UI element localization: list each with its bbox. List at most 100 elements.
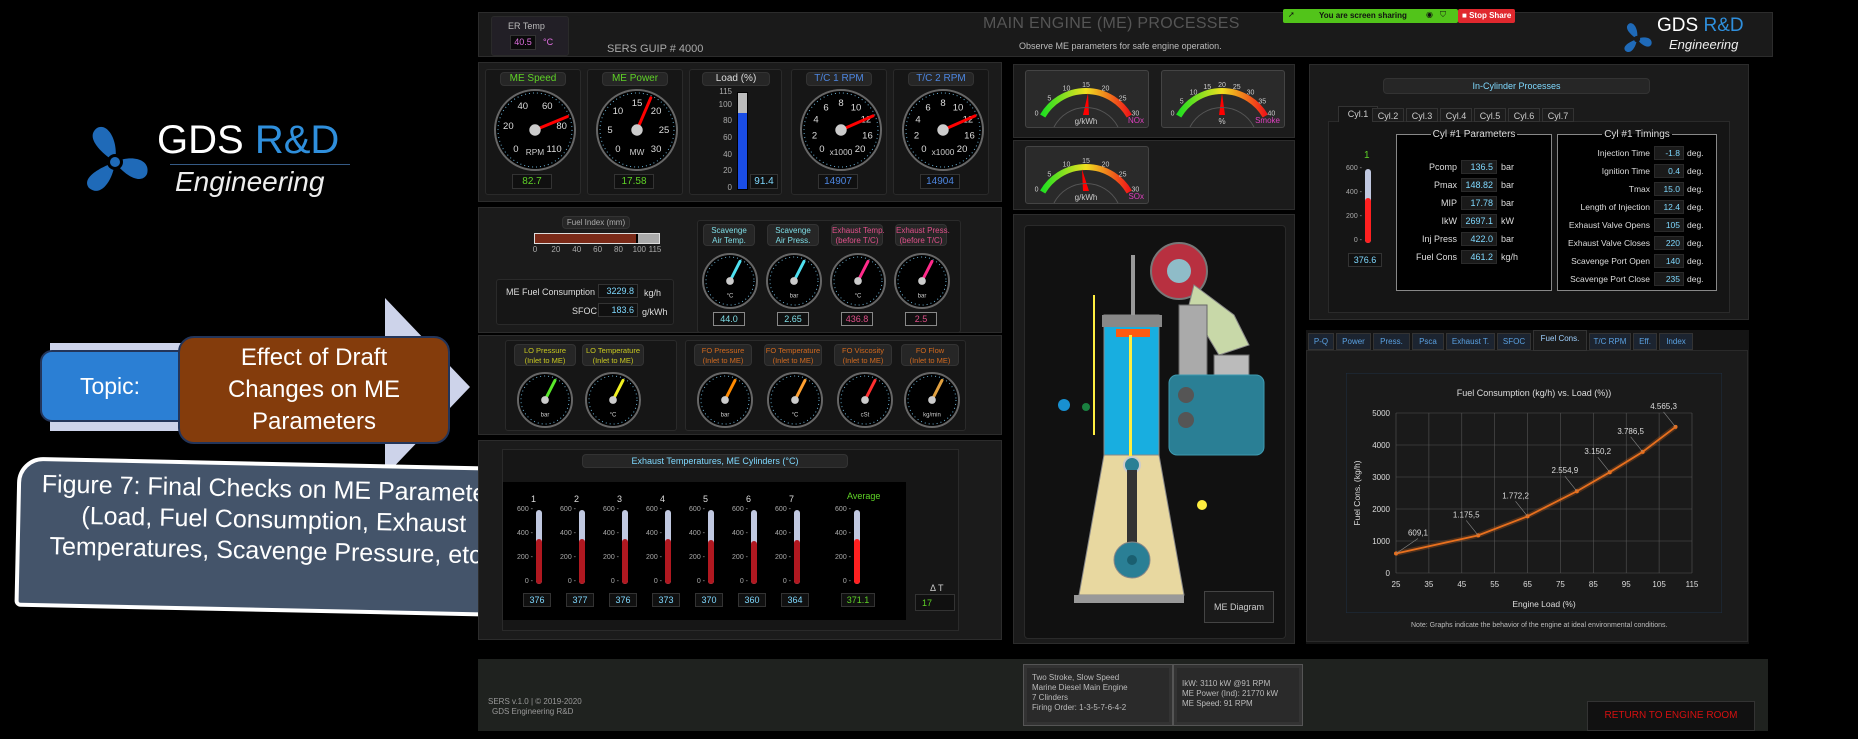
graph-tab-fuelcons[interactable]: Fuel Cons.	[1533, 330, 1587, 351]
gauge-unit: °C	[855, 294, 862, 300]
emission-needle	[1081, 169, 1089, 191]
air-gauge-value: 44.0	[713, 312, 745, 326]
tab-cyl-6[interactable]: Cyl.6	[1508, 108, 1540, 122]
emission-tick: 35	[1258, 99, 1266, 106]
topic-title-box: Effect of Draft Changes on ME Parameters	[178, 336, 450, 444]
param-label: IkW	[1441, 216, 1458, 226]
er-temp-label: ER Temp	[508, 21, 545, 31]
return-to-engine-room-button[interactable]: RETURN TO ENGINE ROOM	[1587, 701, 1755, 731]
therm-tick: 400 -	[689, 530, 705, 537]
load-panel: Load (%) 91.4 115 100 80 60 40 20 0	[689, 69, 782, 195]
emission-tick: 0	[1035, 187, 1039, 194]
gauge-tick-label: 10	[613, 106, 624, 117]
gauge-tick-label: 0	[513, 144, 518, 155]
emission-tick: 15	[1203, 84, 1211, 91]
gauge-tick-label: 2	[914, 130, 919, 141]
fuel-index-tick: 80	[614, 245, 623, 254]
tab-cyl-3[interactable]: Cyl.3	[1406, 108, 1438, 122]
therm-tick: 600 -	[517, 506, 533, 513]
timing-label: Length of Injection	[1580, 202, 1650, 212]
lo-gauge-label: LO Pressure (Inlet to ME)	[514, 344, 576, 366]
fuel-consumption-value: 3229.8	[598, 284, 638, 298]
lo-dial: bar	[517, 372, 573, 428]
cylinder-thermometer: 600 - 400 - 200 - 0 -	[769, 506, 809, 592]
graph-tab-sfoc[interactable]: SFOC	[1497, 333, 1531, 350]
in-cylinder-panel: In-Cylinder Processes 1 376.6 Cyl #1 Par…	[1309, 64, 1749, 320]
emission-name: SOx	[1128, 192, 1144, 201]
gauge-tick-label: 0	[615, 144, 620, 155]
emission-tick: 5	[1180, 99, 1184, 106]
graph-tab-index[interactable]: Index	[1659, 333, 1693, 350]
param-value: 461.2	[1461, 250, 1497, 264]
emission-arc: 051015 20 25303540% Smoke	[1171, 82, 1281, 128]
gauge-tick-label: 10	[851, 103, 862, 114]
x-axis-label: Engine Load (%)	[1512, 599, 1575, 609]
info-line: ME Speed: 91 RPM	[1182, 699, 1253, 708]
logo-accent: R&D	[254, 118, 340, 162]
logo-small-main: GDS	[1657, 15, 1699, 36]
shield-icon[interactable]: ⛉	[1440, 10, 1446, 20]
gauge-tick-label: 16	[862, 130, 873, 141]
therm-tick: 400 -	[603, 530, 619, 537]
gauge-unit: MW	[630, 147, 645, 157]
therm-tube	[751, 510, 757, 584]
gauge-tick-label: 6	[823, 103, 828, 114]
cylinder-thermometer: 600 - 400 - 200 - 0 -	[554, 506, 594, 592]
tab-cyl-4[interactable]: Cyl.4	[1440, 108, 1472, 122]
data-label: 3.786,5	[1617, 427, 1644, 436]
data-label: 1.175,5	[1453, 510, 1480, 519]
me-diagram-button[interactable]: ME Diagram	[1204, 591, 1274, 623]
timing-label: Ignition Time	[1601, 166, 1650, 176]
figure-caption: Figure 7: Final Checks on ME Parameters …	[41, 470, 508, 570]
record-icon[interactable]: ◉	[1426, 10, 1433, 19]
graph-tab-psca[interactable]: Psca	[1412, 333, 1444, 350]
logo-small-accent: R&D	[1703, 15, 1744, 36]
graph-tab-eff[interactable]: Eff.	[1633, 333, 1657, 350]
graph-tab-press[interactable]: Press.	[1373, 333, 1410, 350]
graph-tab-pq[interactable]: P-Q	[1308, 333, 1334, 350]
gauge-hub	[631, 124, 643, 136]
x-tick-label: 115	[1686, 580, 1699, 589]
param-label: Pmax	[1433, 180, 1457, 190]
emission-tick: 20	[1218, 82, 1226, 89]
oil-panel: LO Pressure (Inlet to ME) bar LO Temperatu…	[478, 335, 1002, 435]
fo-gauge-label: FO Viscosity (Inlet to ME)	[834, 344, 892, 366]
gauge-tick-label: 8	[940, 98, 945, 109]
gauge-unit: x1000	[932, 147, 955, 157]
gauge-tick-label: 20	[503, 121, 514, 132]
param-unit: bar	[1501, 198, 1515, 208]
load-tick-label: 40	[723, 149, 732, 159]
therm-tick: 200 -	[835, 554, 851, 561]
therm-tick: 200 -	[603, 554, 619, 561]
gauge-tick-label: 60	[542, 101, 553, 112]
gauge-unit: °C	[610, 413, 617, 419]
emission-tick: 10	[1190, 90, 1198, 97]
footer-company: GDS Engineering R&D	[492, 707, 574, 716]
x-tick-label: 55	[1490, 580, 1499, 589]
dial-gauge: 0246810121620x1000	[902, 89, 984, 171]
graph-tab-exhaustt[interactable]: Exhaust T.	[1446, 333, 1495, 350]
stop-share-button[interactable]: ■ Stop Share	[1458, 9, 1515, 23]
fuel-index-tick: 20	[551, 245, 561, 254]
fuel-index-label: Fuel Index (mm)	[562, 216, 630, 229]
fuel-index-tick: 0	[532, 245, 538, 254]
air-exhaust-dial: bar	[766, 253, 822, 309]
load-tick-label: 100	[718, 99, 732, 109]
tab-cyl-2[interactable]: Cyl.2	[1372, 108, 1404, 122]
fuel-index-fill	[535, 234, 639, 243]
data-label: 609,1	[1408, 529, 1429, 538]
tab-cyl-7[interactable]: Cyl.7	[1542, 108, 1574, 122]
engine-diagram-panel: ME Diagram	[1013, 214, 1295, 644]
tab-cyl-5[interactable]: Cyl.5	[1474, 108, 1506, 122]
graph-tab-power[interactable]: Power	[1336, 333, 1371, 350]
graph-tab-tcrpm[interactable]: T/C RPM	[1589, 333, 1631, 350]
gauge-hub	[529, 124, 541, 136]
timing-value: 105	[1654, 218, 1684, 232]
gauge-hub	[721, 396, 729, 404]
timing-unit: deg.	[1687, 256, 1704, 266]
cyl-params-group: Cyl #1 Parameters Pcomp 136.5 bar Pmax 148.8…	[1396, 129, 1552, 291]
therm-fill	[622, 538, 628, 584]
emission-arc: 0510 15 202530g/kWh SOx	[1035, 158, 1144, 204]
fuel-consumption-unit: kg/h	[644, 288, 662, 298]
therm-tube	[665, 510, 671, 584]
